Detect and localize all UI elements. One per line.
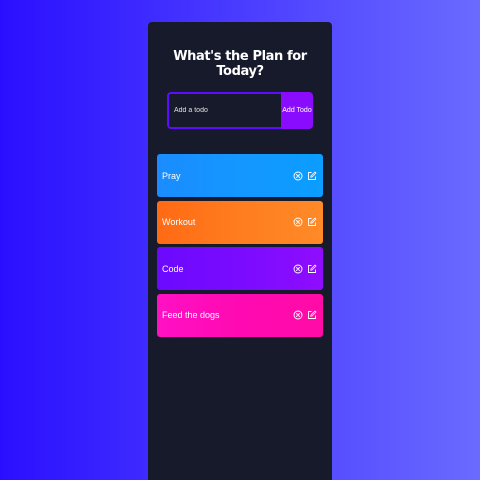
todo-row: Feed the dogs (157, 293, 323, 337)
close-circle-icon[interactable] (293, 310, 303, 320)
edit-icon[interactable] (307, 217, 317, 227)
edit-icon[interactable] (307, 310, 317, 320)
add-todo-button[interactable]: Add Todo (281, 92, 313, 129)
todo-row: Pray (157, 154, 323, 197)
todo-text[interactable]: Workout (162, 217, 293, 227)
todo-actions (293, 264, 317, 274)
todo-row: Code (157, 247, 323, 290)
todo-list: Pray Workout Code Feed the dogs (157, 154, 323, 340)
close-circle-icon[interactable] (293, 217, 303, 227)
todo-row: Workout (157, 200, 323, 244)
todo-app: What's the Plan for Today? Add Todo Pray… (148, 22, 332, 480)
todo-text[interactable]: Code (162, 264, 293, 274)
todo-text[interactable]: Pray (162, 171, 293, 181)
todo-text[interactable]: Feed the dogs (162, 310, 293, 320)
todo-actions (293, 217, 317, 227)
todo-input[interactable] (167, 92, 281, 129)
todo-actions (293, 171, 317, 181)
page-title: What's the Plan for Today? (173, 49, 307, 79)
close-circle-icon[interactable] (293, 171, 303, 181)
edit-icon[interactable] (307, 264, 317, 274)
close-circle-icon[interactable] (293, 264, 303, 274)
todo-actions (293, 310, 317, 320)
edit-icon[interactable] (307, 171, 317, 181)
todo-form: Add Todo (167, 92, 313, 129)
